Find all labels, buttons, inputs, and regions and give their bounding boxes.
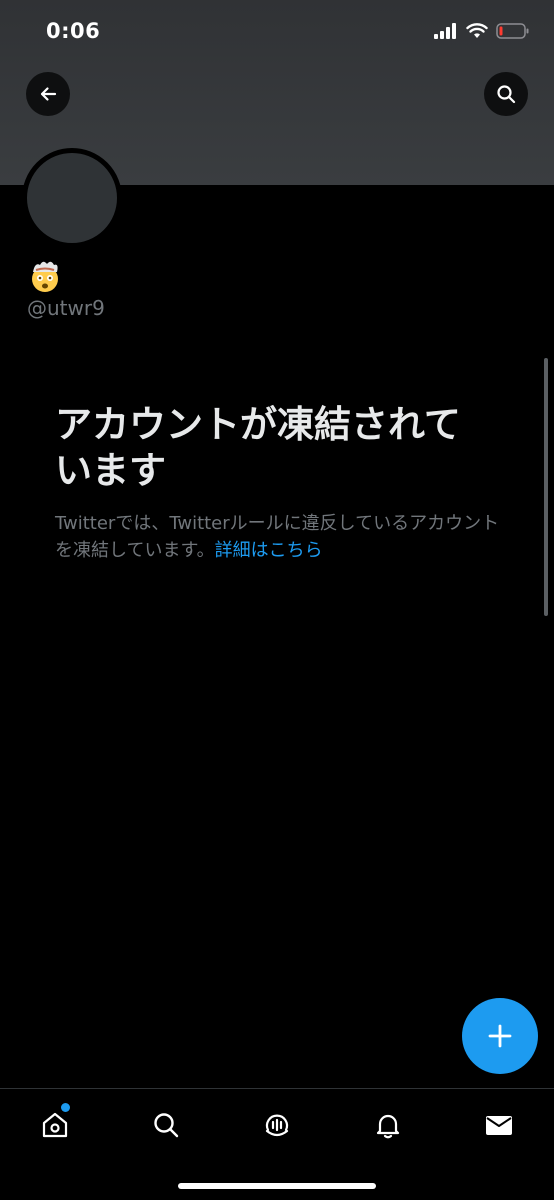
status-time: 0:06 — [46, 19, 101, 43]
status-icons — [434, 23, 530, 39]
home-indicator[interactable] — [178, 1183, 376, 1189]
nav-search[interactable] — [146, 1105, 186, 1145]
status-bar: 0:06 — [0, 0, 554, 64]
nav-notifications[interactable] — [368, 1105, 408, 1145]
scrollbar[interactable] — [544, 358, 548, 616]
nav-messages[interactable] — [479, 1105, 519, 1145]
nav-spaces[interactable] — [257, 1105, 297, 1145]
mail-icon — [486, 1116, 512, 1135]
battery-low-icon — [496, 23, 529, 39]
search-icon — [497, 85, 516, 104]
bell-icon — [376, 1114, 400, 1139]
profile-handle: @utwr9 — [27, 296, 105, 320]
back-button[interactable] — [26, 72, 70, 116]
profile-screen: 0:06 @utwr9 アカウントが凍結されています Twitterでは、Twi… — [0, 0, 554, 1200]
suspended-title: アカウントが凍結されています — [55, 403, 461, 492]
compose-button[interactable] — [462, 998, 538, 1074]
signal-icon — [434, 23, 456, 39]
search-button[interactable] — [484, 72, 528, 116]
search-icon — [154, 1113, 179, 1138]
suspended-body: Twitterでは、Twitterルールに違反しているアカウントを凍結しています… — [55, 510, 515, 564]
home-icon — [42, 1112, 68, 1138]
home-badge — [61, 1103, 70, 1112]
spaces-icon — [265, 1114, 289, 1137]
nav-home[interactable] — [35, 1105, 75, 1145]
avatar[interactable] — [22, 148, 122, 248]
wifi-icon — [466, 23, 488, 38]
learn-more-link[interactable]: 詳細はこちら — [215, 540, 323, 561]
plus-icon — [488, 1024, 512, 1048]
arrow-left-icon — [40, 87, 57, 101]
exploding-head-emoji — [32, 261, 58, 292]
